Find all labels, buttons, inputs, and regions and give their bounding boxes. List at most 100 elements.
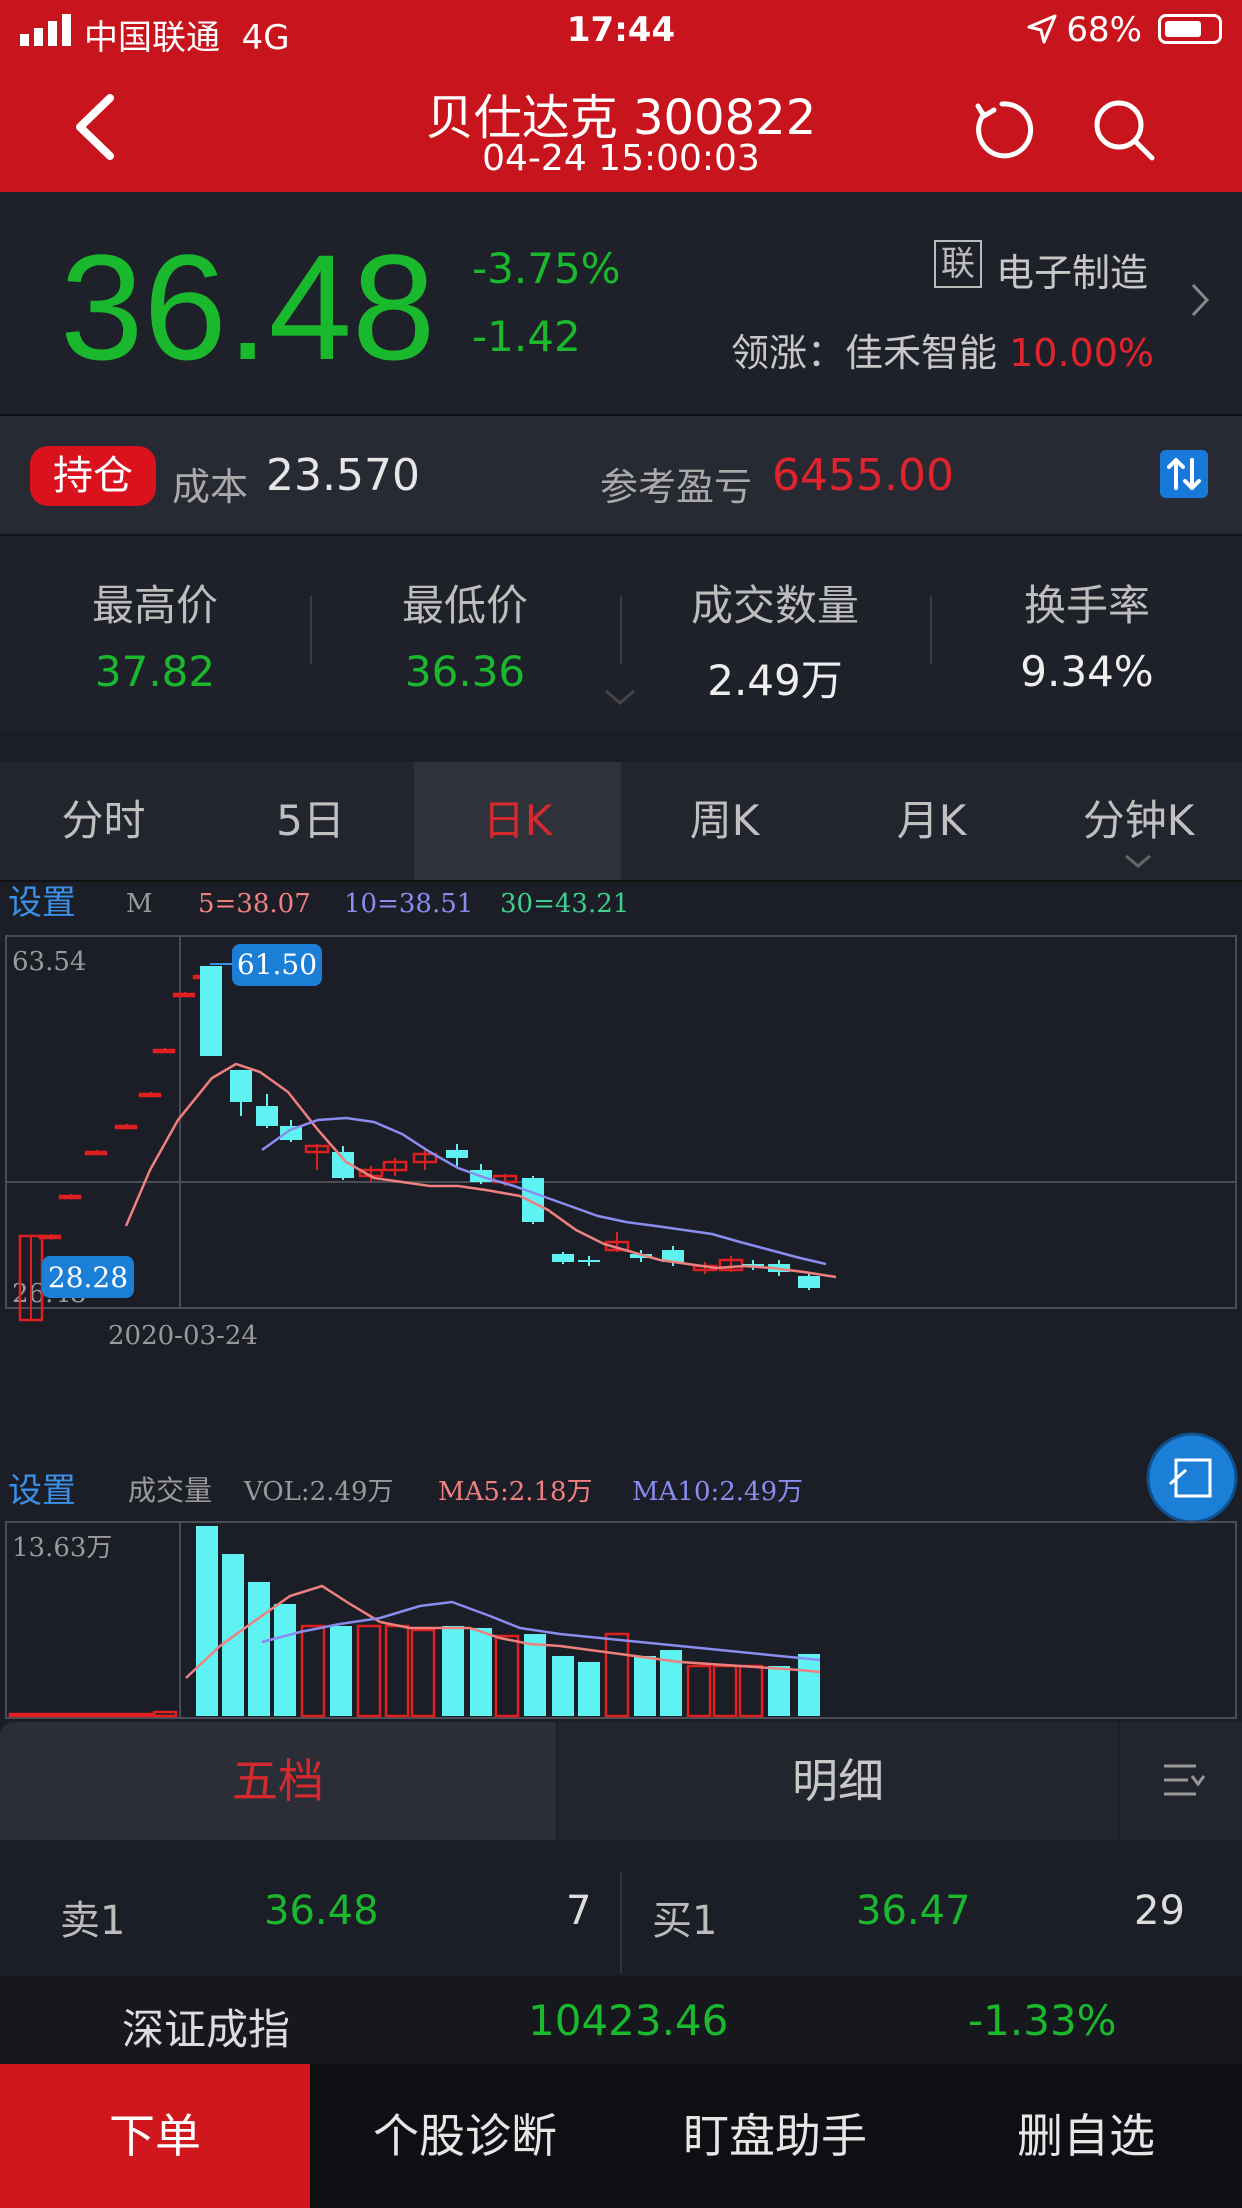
order-book: 卖1 36.48 7 买1 36.47 29 (0, 1842, 1242, 1974)
holding-bar: 持仓 成本 23.570 参考盈亏 6455.00 (0, 416, 1242, 536)
volume-bar (738, 1664, 764, 1718)
quote-panel: 36.48 -3.75% -1.42 联 电子制造 领涨：佳禾智能 10.00% (0, 192, 1242, 416)
profit-label: 参考盈亏 (600, 465, 753, 509)
index-change: -1.33% (968, 1996, 1117, 2045)
dropdown-chevron-icon[interactable] (1124, 854, 1152, 868)
connection-badge: 联 (934, 240, 982, 288)
candle-body (138, 1092, 162, 1098)
current-price: 36.48 (60, 223, 436, 391)
volume-bar (104, 1712, 130, 1718)
stats-row: 最高价 37.82 最低价 36.36 成交数量 2.49万 换手率 9.34% (0, 536, 1242, 732)
candle-body (152, 1048, 176, 1054)
refresh-icon[interactable] (970, 98, 1034, 162)
volume-bar (32, 1712, 58, 1718)
low-price-label: 28.28 (48, 1261, 128, 1294)
candle-body (578, 1260, 600, 1262)
volume-bar (152, 1710, 178, 1718)
stat-value: 37.82 (94, 647, 216, 696)
candle-body (172, 992, 196, 998)
expand-chevron-icon[interactable] (604, 688, 636, 706)
stat-label: 换手率 (1023, 581, 1150, 630)
index-value: 10423.46 (528, 1996, 729, 2045)
fullscreen-toggle-button[interactable] (1146, 1432, 1238, 1524)
sector-leader[interactable]: 领涨：佳禾智能 10.00% (731, 322, 1154, 377)
menu-toggle[interactable] (1120, 1722, 1242, 1840)
stat-volume: 成交数量 2.49万 (620, 572, 930, 708)
orderbook-tabs: 五档 明细 (0, 1722, 1242, 1840)
profit-value: 6455.00 (772, 450, 954, 501)
stock-diagnosis-button[interactable]: 个股诊断 (310, 2064, 620, 2208)
period-tabs: 分时 5日 日K 周K 月K 分钟K (0, 762, 1242, 882)
tab-monthly-k[interactable]: 月K (828, 762, 1035, 880)
holding-tag[interactable]: 持仓 (30, 446, 156, 506)
volume-label: 成交量 (128, 1474, 212, 1507)
sector-link[interactable]: 电子制造 (996, 242, 1148, 297)
volume-bar (356, 1624, 382, 1718)
tab-daily-k[interactable]: 日K (414, 762, 621, 880)
ma30-value: 30=43.21 (500, 889, 629, 919)
sell1-label: 卖1 (60, 1898, 126, 1944)
volume-bar (410, 1628, 436, 1718)
place-order-button[interactable]: 下单 (0, 2064, 310, 2208)
ma-label: M (126, 889, 153, 919)
volume-bar (470, 1628, 492, 1716)
volume-bar (8, 1712, 34, 1718)
volume-settings-link[interactable]: 设置 (8, 1471, 76, 1511)
cost-label: 成本 (172, 465, 249, 509)
tab-five-levels[interactable]: 五档 (0, 1722, 556, 1840)
volume-bars (8, 1526, 820, 1718)
candle-body (798, 1276, 820, 1288)
volume-bar (128, 1712, 154, 1718)
vol-ma10-value: MA10:2.49万 (632, 1477, 803, 1507)
axis-top-price: 63.54 (12, 947, 86, 977)
volume-bar (196, 1526, 218, 1716)
tab-weekly-k[interactable]: 周K (621, 762, 828, 880)
candle-body (58, 1194, 82, 1200)
kline-settings-link[interactable]: 设置 (8, 883, 76, 923)
date-label: 2020-03-24 (108, 1321, 258, 1351)
vol-ma5-value: MA5:2.18万 (438, 1477, 593, 1507)
candle-body (552, 1254, 574, 1262)
change-amount: -1.42 (472, 312, 581, 361)
location-arrow-icon (1027, 14, 1057, 44)
sell1-volume: 7 (566, 1888, 592, 1934)
volume-bar (578, 1662, 600, 1716)
volume-bar (248, 1582, 270, 1716)
stat-turnover: 换手率 9.34% (932, 572, 1242, 696)
volume-bar (798, 1654, 820, 1716)
volume-bar (222, 1554, 244, 1716)
tab-5day[interactable]: 5日 (207, 762, 414, 880)
tab-trade-detail[interactable]: 明细 (558, 1722, 1118, 1840)
candle-body (114, 1124, 138, 1130)
volume-bar (524, 1634, 546, 1716)
volume-bar (384, 1624, 410, 1718)
volume-axis-top: 13.63万 (12, 1533, 112, 1563)
vol-value: VOL:2.49万 (243, 1477, 394, 1507)
volume-bar (552, 1656, 574, 1716)
action-bar: 下单 个股诊断 盯盘助手 删自选 (0, 2064, 1242, 2208)
header: 贝仕达克 300822 04-24 15:00:03 (0, 62, 1242, 192)
stat-value: 36.36 (404, 647, 526, 696)
battery-icon (1158, 14, 1222, 44)
search-icon[interactable] (1092, 98, 1156, 162)
stat-high: 最高价 37.82 (0, 572, 310, 696)
chevron-right-icon[interactable] (1190, 282, 1210, 318)
candle-body (200, 966, 222, 1056)
status-bar: 中国联通 4G 17:44 68% (0, 0, 1242, 62)
index-ticker[interactable]: 深证成指 10423.46 -1.33% (0, 1976, 1242, 2064)
kline-chart[interactable]: 设置 M 5=38.07 10=38.51 30=43.21 63.54 26.… (0, 880, 1242, 1720)
stat-label: 最高价 (91, 581, 218, 630)
candle-body (256, 1106, 278, 1126)
cost-value: 23.570 (266, 450, 420, 501)
volume-bar (274, 1604, 296, 1716)
volume-bar (604, 1632, 630, 1718)
high-price-label: 61.50 (237, 948, 317, 981)
volume-bar (712, 1664, 738, 1718)
tab-intraday[interactable]: 分时 (0, 762, 207, 880)
remove-watchlist-button[interactable]: 删自选 (930, 2064, 1242, 2208)
buy1-label: 买1 (652, 1898, 718, 1944)
change-percent: -3.75% (472, 244, 621, 293)
ma5-value: 5=38.07 (198, 889, 311, 919)
watch-assistant-button[interactable]: 盯盘助手 (620, 2064, 930, 2208)
swap-arrows-icon[interactable] (1160, 450, 1208, 498)
